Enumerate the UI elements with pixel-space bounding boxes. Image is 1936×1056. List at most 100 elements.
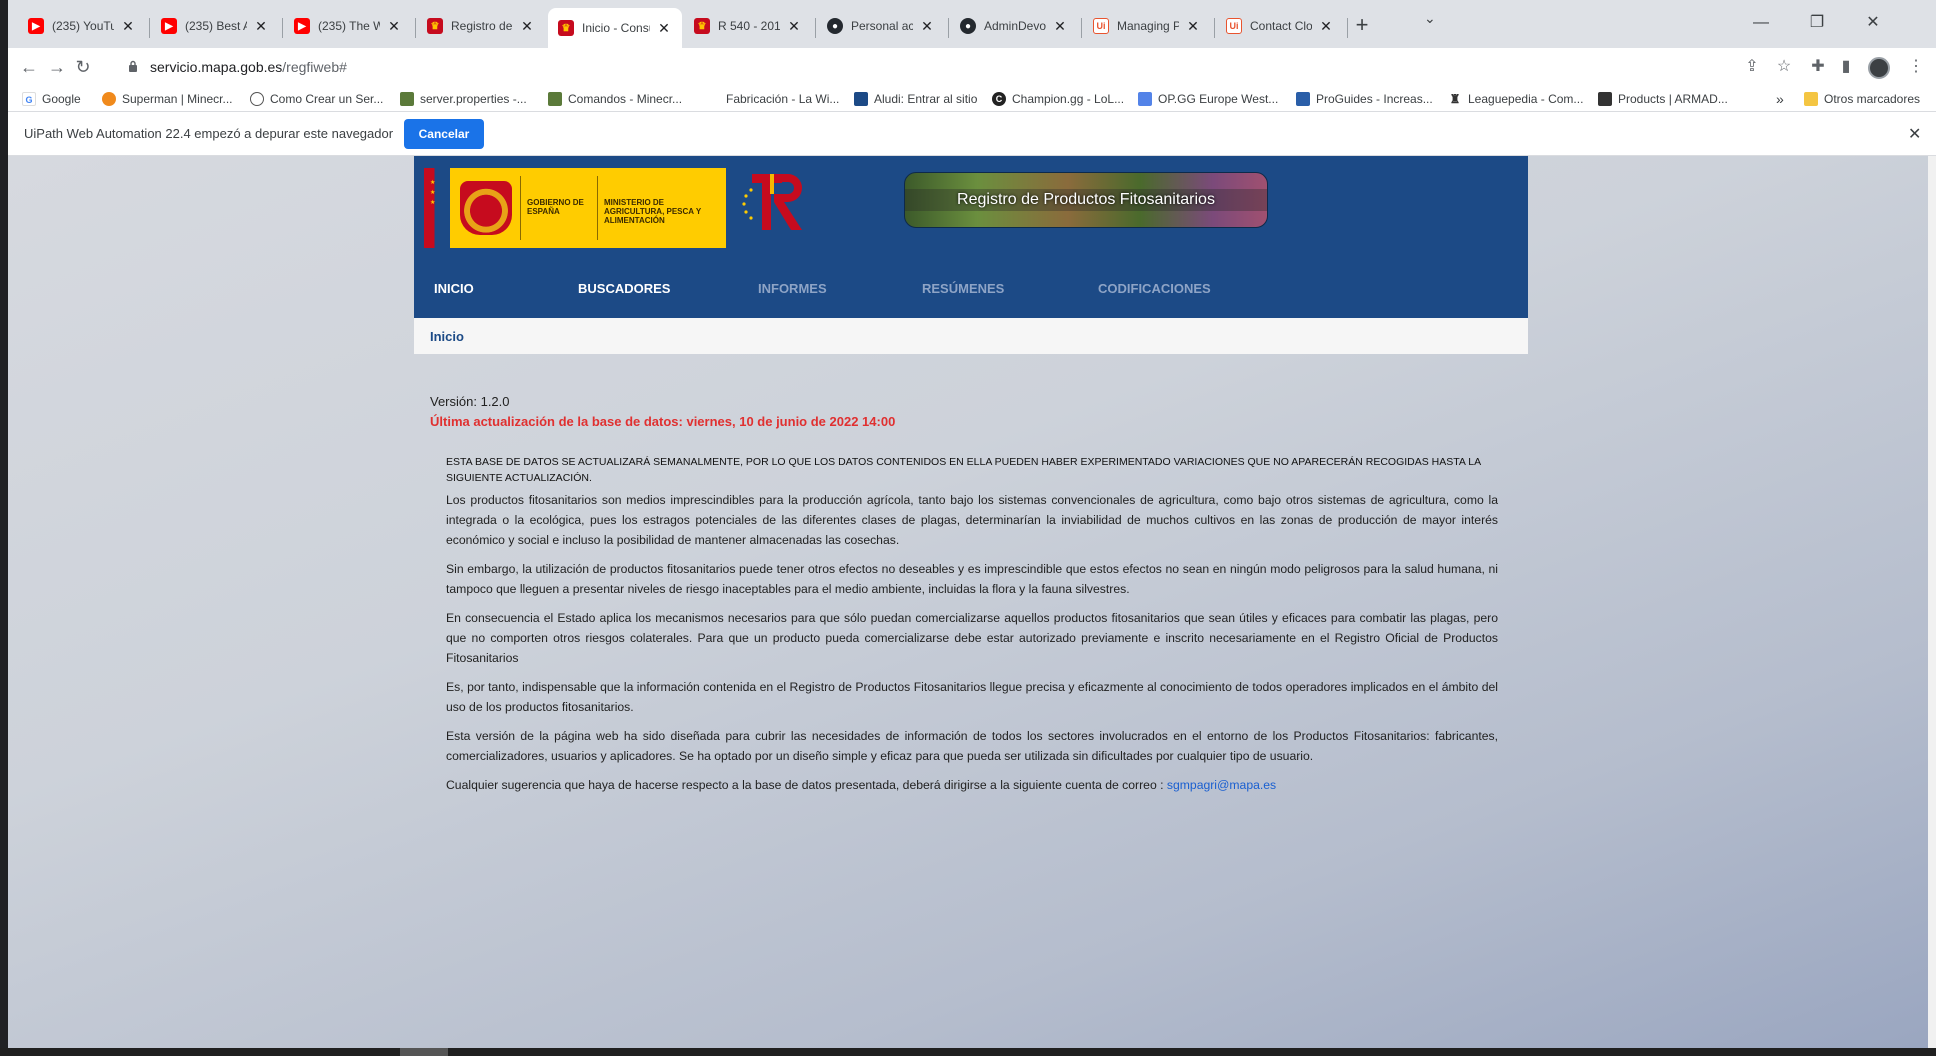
bookmark-fabricacion[interactable]: Fabricación - La Wi... bbox=[726, 90, 839, 108]
bookmark-label: Products | ARMAD... bbox=[1618, 92, 1728, 106]
tab-separator bbox=[282, 18, 283, 38]
close-icon[interactable]: ✕ bbox=[1908, 124, 1921, 144]
coat-of-arms-icon bbox=[460, 181, 512, 235]
bookmark-label: server.properties -... bbox=[420, 92, 527, 106]
tab-best-anime[interactable]: ▶ (235) Best Anime O ✕ bbox=[151, 10, 279, 42]
bookmark-label: ProGuides - Increas... bbox=[1316, 92, 1433, 106]
bookmark-server-properties[interactable]: server.properties -... bbox=[400, 90, 527, 108]
bookmark-star-icon[interactable]: ☆ bbox=[1774, 57, 1794, 77]
github-icon: ● bbox=[827, 18, 843, 34]
registro-banner[interactable]: Registro de Productos Fitosanitarios bbox=[904, 172, 1268, 228]
tab-title: Managing Projects bbox=[1117, 19, 1179, 33]
tab-youtube[interactable]: ▶ (235) YouTube ✕ bbox=[18, 10, 146, 42]
bookmark-proguides[interactable]: ProGuides - Increas... bbox=[1296, 90, 1433, 108]
spain-coat-icon: ♛ bbox=[558, 20, 574, 36]
taskbar-active-item[interactable] bbox=[400, 1048, 448, 1056]
tab-separator bbox=[1081, 18, 1082, 38]
side-panel-icon[interactable]: ▮ bbox=[1836, 57, 1856, 77]
close-window-button[interactable]: ✕ bbox=[1850, 8, 1896, 38]
back-button[interactable]: ← bbox=[16, 54, 42, 80]
nav-resumenes[interactable]: RESÚMENES bbox=[922, 281, 1004, 296]
new-tab-button[interactable]: + bbox=[1348, 12, 1376, 40]
paragraph: Los productos fitosanitarios son medios … bbox=[446, 493, 1498, 547]
banner-title: Registro de Productos Fitosanitarios bbox=[905, 189, 1267, 211]
bookmark-google[interactable]: G Google bbox=[22, 90, 81, 108]
bookmark-label: Aludi: Entrar al sitio bbox=[874, 92, 978, 106]
logo-divider bbox=[520, 176, 521, 240]
forward-button[interactable]: → bbox=[44, 54, 70, 80]
bookmark-products-armada[interactable]: Products | ARMAD... bbox=[1598, 90, 1728, 108]
minecraft-block-icon bbox=[548, 92, 562, 106]
championgg-icon: C bbox=[992, 92, 1006, 106]
breadcrumb-inicio[interactable]: Inicio bbox=[430, 329, 464, 344]
other-bookmarks[interactable]: Otros marcadores bbox=[1804, 90, 1920, 108]
proguides-icon bbox=[1296, 92, 1310, 106]
close-icon[interactable]: ✕ bbox=[386, 18, 402, 35]
close-icon[interactable]: ✕ bbox=[253, 18, 269, 35]
tab-personal-access[interactable]: ● Personal access tok ✕ bbox=[817, 10, 945, 42]
tab-managing-projects[interactable]: Ui Managing Projects ✕ bbox=[1083, 10, 1211, 42]
spain-gov-icon: ♛ bbox=[427, 18, 443, 34]
tab-admindevol[interactable]: ● AdminDevol/DEVO ✕ bbox=[950, 10, 1078, 42]
bookmark-leaguepedia[interactable]: ♜ Leaguepedia - Com... bbox=[1448, 90, 1583, 108]
folder-icon bbox=[1804, 92, 1818, 106]
url-host: servicio.mapa.gob.es bbox=[150, 59, 283, 75]
os-taskbar bbox=[0, 1048, 1936, 1056]
contact-paragraph: Cualquier sugerencia que haya de hacerse… bbox=[446, 775, 1498, 795]
extensions-icon[interactable]: ✚ bbox=[1808, 57, 1828, 77]
nav-informes[interactable]: INFORMES bbox=[758, 281, 827, 296]
address-bar[interactable]: servicio.mapa.gob.es/regfiweb# bbox=[118, 52, 1818, 82]
bookmarks-overflow-button[interactable]: » bbox=[1776, 90, 1784, 108]
google-icon: G bbox=[22, 92, 36, 106]
nav-buscadores[interactable]: BUSCADORES bbox=[578, 281, 670, 296]
close-icon[interactable]: ✕ bbox=[919, 18, 935, 35]
tab-registro-productos[interactable]: ♛ Registro de Produc ✕ bbox=[417, 10, 545, 42]
bookmark-superman[interactable]: Superman | Minecr... bbox=[102, 90, 233, 108]
browser-window: ▶ (235) YouTube ✕ ▶ (235) Best Anime O ✕… bbox=[8, 0, 1936, 1056]
menu-icon[interactable]: ⋮ bbox=[1906, 57, 1926, 77]
close-icon[interactable]: ✕ bbox=[1318, 18, 1334, 35]
bookmark-championgg[interactable]: C Champion.gg - LoL... bbox=[992, 90, 1124, 108]
close-icon[interactable]: ✕ bbox=[786, 18, 802, 35]
breadcrumb-bar: Inicio bbox=[414, 318, 1528, 354]
tab-separator bbox=[1214, 18, 1215, 38]
tab-r540[interactable]: ♛ R 540 - 2011 ✕ bbox=[684, 10, 812, 42]
bookmark-aludi[interactable]: Aludi: Entrar al sitio bbox=[854, 90, 977, 108]
tab-title: Contact Cloud Tec bbox=[1250, 19, 1312, 33]
close-icon[interactable]: ✕ bbox=[519, 18, 535, 35]
tab-title: (235) YouTube bbox=[52, 19, 114, 33]
restore-button[interactable]: ❐ bbox=[1794, 8, 1840, 38]
close-icon[interactable]: ✕ bbox=[120, 18, 136, 35]
infobar-message: UiPath Web Automation 22.4 empezó a depu… bbox=[24, 126, 394, 141]
tab-search-button[interactable]: ⌄ bbox=[1424, 10, 1436, 27]
lock-icon[interactable] bbox=[128, 60, 138, 72]
shield-icon bbox=[854, 92, 868, 106]
tab-contact-cloud[interactable]: Ui Contact Cloud Tec ✕ bbox=[1216, 10, 1344, 42]
minimize-button[interactable]: — bbox=[1738, 8, 1784, 38]
bookmark-label: Como Crear un Ser... bbox=[270, 92, 384, 106]
contact-email-link[interactable]: sgmpagri@mapa.es bbox=[1167, 778, 1276, 792]
tab-title: Personal access tok bbox=[851, 19, 913, 33]
tab-wild-project[interactable]: ▶ (235) The Wild Pro ✕ bbox=[284, 10, 412, 42]
browser-toolbar: ← → ↻ servicio.mapa.gob.es/regfiweb# ⇪ ☆… bbox=[8, 48, 1936, 86]
cancel-button[interactable]: Cancelar bbox=[404, 119, 484, 149]
bookmark-como-crear[interactable]: Como Crear un Ser... bbox=[250, 90, 383, 108]
bookmark-opgg[interactable]: OP.GG Europe West... bbox=[1138, 90, 1278, 108]
pumpkin-icon bbox=[102, 92, 116, 106]
share-icon[interactable]: ⇪ bbox=[1742, 57, 1762, 77]
nav-inicio[interactable]: INICIO bbox=[434, 281, 474, 296]
profile-avatar[interactable] bbox=[1868, 57, 1890, 79]
gobierno-logo[interactable]: GOBIERNO DE ESPAÑA MINISTERIO DE AGRICUL… bbox=[424, 168, 726, 248]
reload-button[interactable]: ↻ bbox=[70, 54, 96, 80]
youtube-icon: ▶ bbox=[161, 18, 177, 34]
close-icon[interactable]: ✕ bbox=[656, 20, 672, 37]
bookmark-comandos[interactable]: Comandos - Minecr... bbox=[548, 90, 682, 108]
tab-title: (235) The Wild Pro bbox=[318, 19, 380, 33]
close-icon[interactable]: ✕ bbox=[1052, 18, 1068, 35]
tab-strip: ▶ (235) YouTube ✕ ▶ (235) Best Anime O ✕… bbox=[8, 0, 1936, 48]
tab-title: Registro de Produc bbox=[451, 19, 513, 33]
tab-inicio-consultas[interactable]: ♛ Inicio - Consultas F ✕ bbox=[548, 8, 682, 48]
page-scrollbar[interactable] bbox=[1928, 156, 1936, 1048]
close-icon[interactable]: ✕ bbox=[1185, 18, 1201, 35]
nav-codificaciones[interactable]: CODIFICACIONES bbox=[1098, 281, 1211, 296]
